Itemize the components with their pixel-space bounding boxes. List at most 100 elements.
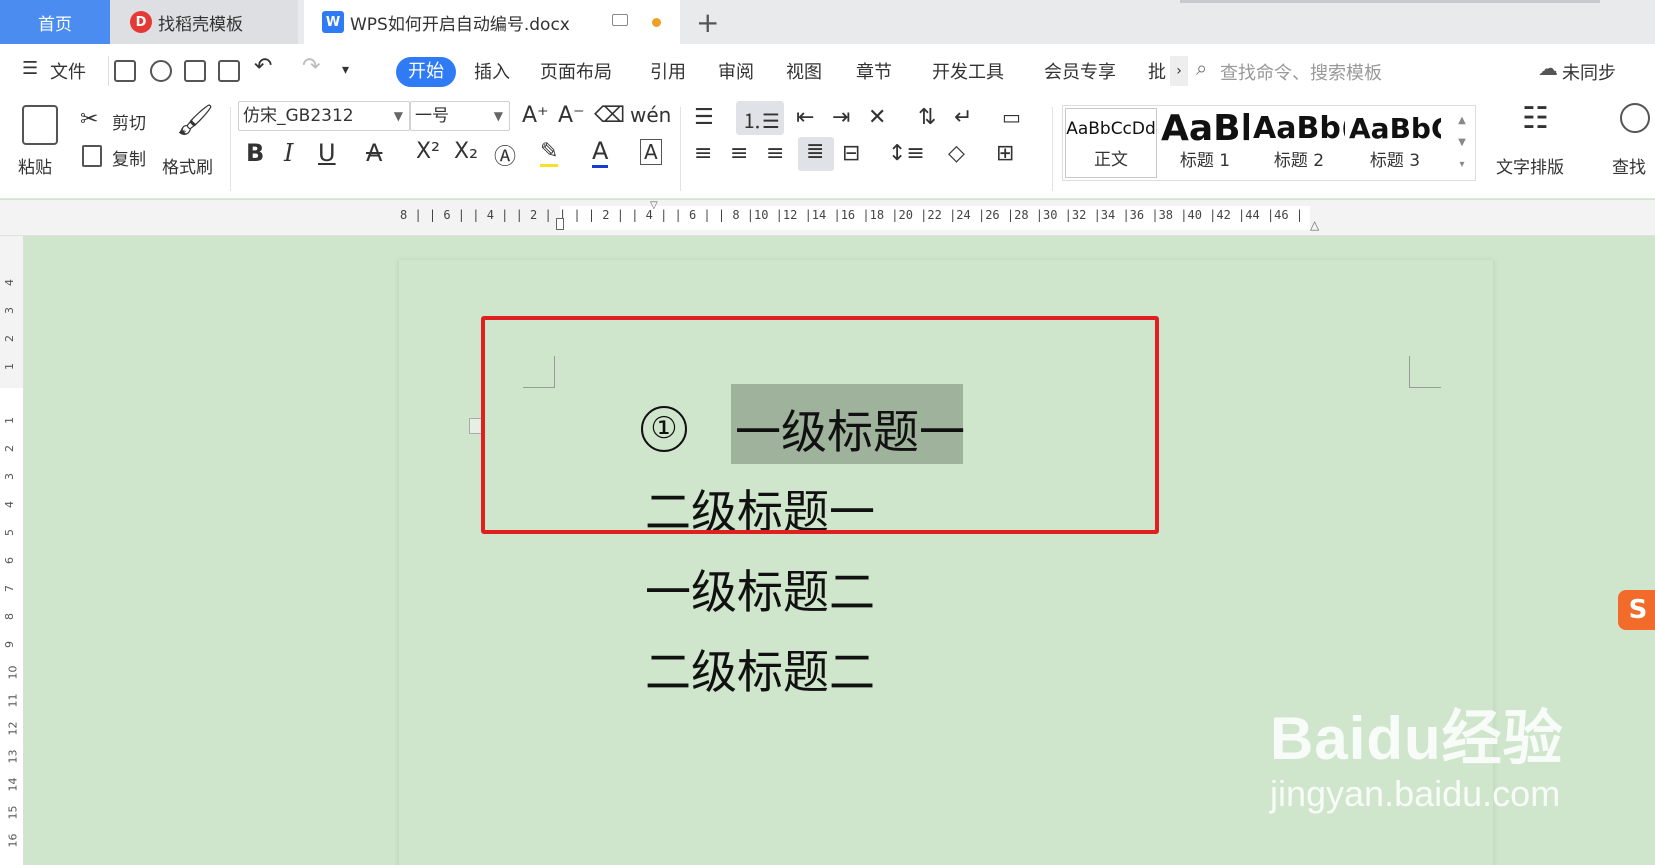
tab-stops-icon[interactable]: ▭ (1002, 105, 1021, 129)
first-line-indent-icon[interactable]: ▽ (650, 200, 658, 211)
underline-button[interactable]: U (318, 139, 336, 167)
hamburger-icon[interactable]: ☰ (22, 58, 38, 79)
sort-icon[interactable]: ⇅ (918, 105, 936, 130)
paste-icon[interactable] (22, 105, 58, 145)
export-pdf-icon[interactable] (150, 60, 172, 82)
shrink-font-icon[interactable]: A⁻ (558, 103, 585, 128)
style-gallery: AaBbCcDd 正文 AaBb 标题 1 AaBb( 标题 2 AaBbC 标… (1062, 105, 1476, 181)
text-effect-icon[interactable]: Ⓐ (494, 139, 516, 171)
paste-button[interactable]: 粘贴 (18, 153, 52, 178)
print-icon[interactable] (184, 60, 206, 82)
decrease-indent-icon[interactable]: ⇤ (796, 105, 814, 130)
quick-access-dropdown-icon[interactable]: ▾ (342, 62, 349, 78)
menu-tab-references[interactable]: 引用 (650, 58, 686, 84)
show-marks-icon[interactable]: ↵ (954, 105, 972, 130)
line-spacing-icon[interactable]: ↕≡ (888, 141, 925, 166)
style-normal[interactable]: AaBbCcDd 正文 (1065, 108, 1157, 178)
vruler-tick: 3 (3, 307, 16, 314)
new-tab-button[interactable]: + (696, 6, 719, 39)
tab-home[interactable]: 首页 (0, 0, 110, 44)
menu-scroll-right-icon[interactable]: › (1170, 56, 1188, 86)
justify-icon[interactable]: ≣ (798, 137, 834, 171)
bold-button[interactable]: B (246, 139, 264, 167)
annotation-red-box (481, 316, 1159, 534)
font-size-value: 一号 (415, 106, 449, 126)
align-left-icon[interactable]: ≡ (694, 141, 712, 166)
divider (680, 107, 681, 191)
save-icon[interactable] (114, 60, 136, 82)
menu-tab-home[interactable]: 开始 (396, 57, 456, 87)
vruler-tick: 4 (3, 501, 16, 508)
sogou-ime-icon[interactable]: S (1618, 590, 1655, 630)
paragraph-heading-3[interactable]: 一级标题二 (645, 556, 875, 622)
bullet-list-icon[interactable]: ☰ (694, 105, 714, 130)
vruler-tick: 1 (3, 363, 16, 370)
style-heading-1[interactable]: AaBb 标题 1 (1161, 108, 1249, 178)
monitor-icon[interactable] (612, 14, 628, 26)
tab-document-label: WPS如何开启自动编号.docx (350, 14, 570, 35)
format-painter-icon: 🖌 (176, 103, 215, 138)
highlight-icon[interactable]: ✎ (540, 139, 559, 167)
style-gallery-scroll-icon[interactable]: ▲ ▼ ▾ (1453, 110, 1471, 176)
font-size-select[interactable]: 一号 ▼ (410, 101, 510, 131)
style-name: 标题 3 (1369, 151, 1421, 171)
menu-tab-developer[interactable]: 开发工具 (932, 58, 1004, 84)
align-center-icon[interactable]: ≡ (730, 141, 748, 166)
italic-button[interactable]: I (284, 139, 293, 167)
ruler-ticks: 8 | | 6 | | 4 | | 2 | | | | 2 | | 4 | | … (400, 208, 1304, 222)
print-preview-icon[interactable] (218, 60, 240, 82)
menu-tab-insert[interactable]: 插入 (474, 58, 510, 84)
vruler-tick: 12 (6, 721, 20, 736)
menu-tab-member[interactable]: 会员专享 (1044, 58, 1116, 84)
font-name-select[interactable]: 仿宋_GB2312 ▼ (238, 101, 410, 131)
menu-file[interactable]: 文件 (50, 58, 86, 84)
menu-tab-review[interactable]: 审阅 (718, 58, 754, 84)
find-icon (1620, 103, 1650, 133)
cut-button[interactable]: 剪切 (112, 109, 146, 134)
copy-button[interactable]: 复制 (112, 145, 146, 170)
menu-tab-view[interactable]: 视图 (786, 58, 822, 84)
menu-tab-chapter[interactable]: 章节 (856, 58, 892, 84)
indent-marker-icon[interactable] (556, 218, 564, 230)
distribute-icon[interactable]: ⊟ (842, 141, 860, 166)
horizontal-ruler[interactable]: 8 | | 6 | | 4 | | 2 | | | | 2 | | 4 | | … (0, 200, 1655, 236)
text-layout-icon: ☷ (1522, 101, 1549, 136)
command-search-input[interactable]: 查找命令、搜索模板 (1220, 59, 1382, 85)
numbered-list-icon[interactable]: ⒈☰ (736, 101, 784, 135)
char-border-icon[interactable]: A (640, 139, 662, 165)
phonetic-guide-icon[interactable]: wén (630, 103, 671, 127)
clear-format-icon[interactable]: ⌫ (594, 103, 625, 128)
borders-icon[interactable]: ⊞ (996, 141, 1014, 166)
style-sample: AaBbCcDd (1066, 119, 1156, 139)
tab-document[interactable]: W WPS如何开启自动编号.docx (304, 0, 680, 44)
vertical-ruler[interactable]: 4 3 2 1 1 2 3 4 5 6 7 8 9 10 11 12 13 14… (0, 236, 24, 865)
redo-icon[interactable]: ↷ (302, 54, 320, 79)
strikethrough-icon[interactable]: A (366, 139, 382, 167)
menu-tab-page-layout[interactable]: 页面布局 (540, 58, 612, 84)
align-right-icon[interactable]: ≡ (766, 141, 784, 166)
increase-indent-icon[interactable]: ⇥ (832, 105, 850, 130)
paragraph-heading-4[interactable]: 二级标题二 (645, 636, 875, 702)
right-indent-icon[interactable]: △ (1310, 218, 1319, 232)
text-layout-button[interactable]: 文字排版 (1496, 153, 1564, 178)
chinese-layout-icon[interactable]: ✕ (868, 105, 886, 130)
daoke-logo-icon: D (130, 11, 152, 33)
tab-daoke-label: 找稻壳模板 (158, 14, 243, 35)
vruler-tick: 4 (3, 279, 16, 286)
menu-tab-comment[interactable]: 批 (1148, 58, 1166, 84)
style-name: 正文 (1094, 150, 1128, 170)
grow-font-icon[interactable]: A⁺ (522, 103, 549, 128)
undo-icon[interactable]: ↶ (254, 54, 272, 79)
style-heading-2[interactable]: AaBb( 标题 2 (1253, 108, 1345, 178)
superscript-icon[interactable]: X² (416, 139, 440, 164)
watermark-logo-text: Baidu经验 (1270, 705, 1564, 772)
cloud-sync-icon: ☁ (1538, 56, 1558, 80)
sync-status[interactable]: 未同步 (1562, 59, 1616, 85)
subscript-icon[interactable]: X₂ (454, 139, 478, 164)
font-color-button[interactable]: A (592, 137, 609, 168)
style-heading-3[interactable]: AaBbC 标题 3 (1349, 108, 1441, 178)
format-painter-button[interactable]: 格式刷 (162, 153, 213, 178)
shading-icon[interactable]: ◇ (948, 141, 965, 166)
tab-daoke-templates[interactable]: D 找稻壳模板 (110, 0, 298, 44)
find-button[interactable]: 查找 (1612, 153, 1646, 178)
